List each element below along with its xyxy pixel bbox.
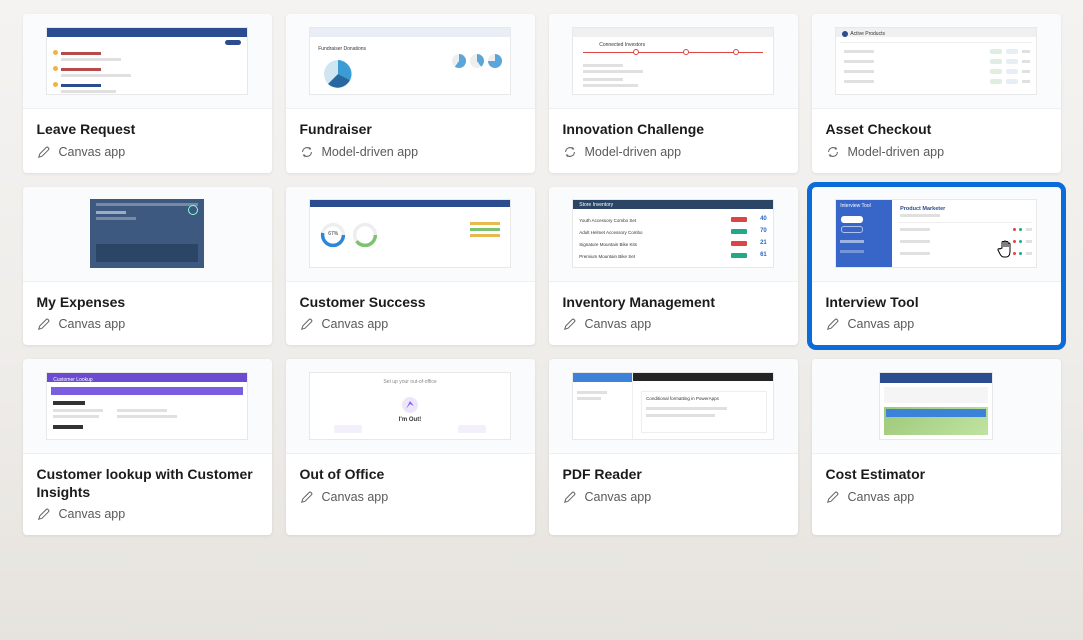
template-info: PDF Reader Canvas app	[549, 454, 798, 518]
template-type: Canvas app	[300, 317, 521, 331]
template-info: Out of Office Canvas app	[286, 454, 535, 518]
template-info: My Expenses Canvas app	[23, 282, 272, 346]
template-thumbnail	[23, 14, 272, 109]
template-type-label: Canvas app	[59, 317, 126, 331]
template-card[interactable]: Interview Tool Product Marketer	[812, 187, 1061, 346]
pencil-icon	[300, 317, 314, 331]
template-thumbnail: Active Products	[812, 14, 1061, 109]
refresh-icon	[563, 145, 577, 159]
template-card[interactable]: My Expenses Canvas app	[23, 187, 272, 346]
template-title: My Expenses	[37, 294, 258, 312]
pencil-icon	[563, 317, 577, 331]
refresh-icon	[826, 145, 840, 159]
template-title: PDF Reader	[563, 466, 784, 484]
template-info: Fundraiser Model-driven app	[286, 109, 535, 173]
template-title: Innovation Challenge	[563, 121, 784, 139]
pencil-icon	[826, 490, 840, 504]
template-card[interactable]: Store Inventory Youth Accessory Combo Se…	[549, 187, 798, 346]
template-thumbnail	[23, 187, 272, 282]
template-thumbnail: Conditional formatting in PowerApps	[549, 359, 798, 454]
pencil-icon	[826, 317, 840, 331]
template-type: Canvas app	[826, 490, 1047, 504]
template-type-label: Canvas app	[585, 317, 652, 331]
template-card[interactable]: Leave Request Canvas app	[23, 14, 272, 173]
template-title: Customer lookup with Customer Insights	[37, 466, 258, 501]
template-type-label: Canvas app	[585, 490, 652, 504]
template-title: Leave Request	[37, 121, 258, 139]
template-type: Canvas app	[563, 490, 784, 504]
template-title: Inventory Management	[563, 294, 784, 312]
template-card[interactable]: Set up your out-of-office I'm Out! Out o…	[286, 359, 535, 535]
template-type-label: Canvas app	[322, 317, 389, 331]
template-type: Model-driven app	[300, 145, 521, 159]
template-card[interactable]: Active Products	[812, 14, 1061, 173]
template-info: Customer Success Canvas app	[286, 282, 535, 346]
template-card[interactable]: Connected Investors Innovation Challenge…	[549, 14, 798, 173]
template-thumbnail: Connected Investors	[549, 14, 798, 109]
template-title: Fundraiser	[300, 121, 521, 139]
template-title: Asset Checkout	[826, 121, 1047, 139]
template-thumbnail	[812, 359, 1061, 454]
template-type-label: Canvas app	[848, 317, 915, 331]
template-type-label: Canvas app	[322, 490, 389, 504]
refresh-icon	[300, 145, 314, 159]
template-info: Inventory Management Canvas app	[549, 282, 798, 346]
template-card[interactable]: Fundraiser Donations Fundraiser Model-dr…	[286, 14, 535, 173]
template-type: Model-driven app	[826, 145, 1047, 159]
template-info: Customer lookup with Customer Insights C…	[23, 454, 272, 535]
template-title: Cost Estimator	[826, 466, 1047, 484]
template-title: Interview Tool	[826, 294, 1047, 312]
template-thumbnail: Customer Lookup	[23, 359, 272, 454]
template-thumbnail: Interview Tool Product Marketer	[812, 187, 1061, 282]
template-thumbnail: 67%	[286, 187, 535, 282]
template-grid: Leave Request Canvas app Fundraiser Dona…	[22, 14, 1061, 535]
template-type-label: Model-driven app	[322, 145, 419, 159]
pencil-icon	[300, 490, 314, 504]
template-info: Leave Request Canvas app	[23, 109, 272, 173]
template-card[interactable]: 67% Customer Success Canvas app	[286, 187, 535, 346]
template-type: Canvas app	[826, 317, 1047, 331]
template-type-label: Model-driven app	[585, 145, 682, 159]
pencil-icon	[37, 317, 51, 331]
template-type: Canvas app	[37, 317, 258, 331]
template-info: Asset Checkout Model-driven app	[812, 109, 1061, 173]
template-type: Canvas app	[37, 145, 258, 159]
template-type-label: Canvas app	[848, 490, 915, 504]
template-card[interactable]: Customer Lookup Customer lookup with Cus…	[23, 359, 272, 535]
template-type-label: Canvas app	[59, 507, 126, 521]
template-info: Innovation Challenge Model-driven app	[549, 109, 798, 173]
template-info: Interview Tool Canvas app	[812, 282, 1061, 346]
template-card[interactable]: Conditional formatting in PowerApps PDF …	[549, 359, 798, 535]
pencil-icon	[563, 490, 577, 504]
pencil-icon	[37, 507, 51, 521]
template-type: Canvas app	[563, 317, 784, 331]
template-title: Customer Success	[300, 294, 521, 312]
template-type-label: Model-driven app	[848, 145, 945, 159]
template-info: Cost Estimator Canvas app	[812, 454, 1061, 518]
template-thumbnail: Set up your out-of-office I'm Out!	[286, 359, 535, 454]
template-card[interactable]: Cost Estimator Canvas app	[812, 359, 1061, 535]
pencil-icon	[37, 145, 51, 159]
template-thumbnail: Store Inventory Youth Accessory Combo Se…	[549, 187, 798, 282]
template-type: Model-driven app	[563, 145, 784, 159]
template-type: Canvas app	[37, 507, 258, 521]
template-thumbnail: Fundraiser Donations	[286, 14, 535, 109]
template-title: Out of Office	[300, 466, 521, 484]
template-type-label: Canvas app	[59, 145, 126, 159]
template-type: Canvas app	[300, 490, 521, 504]
